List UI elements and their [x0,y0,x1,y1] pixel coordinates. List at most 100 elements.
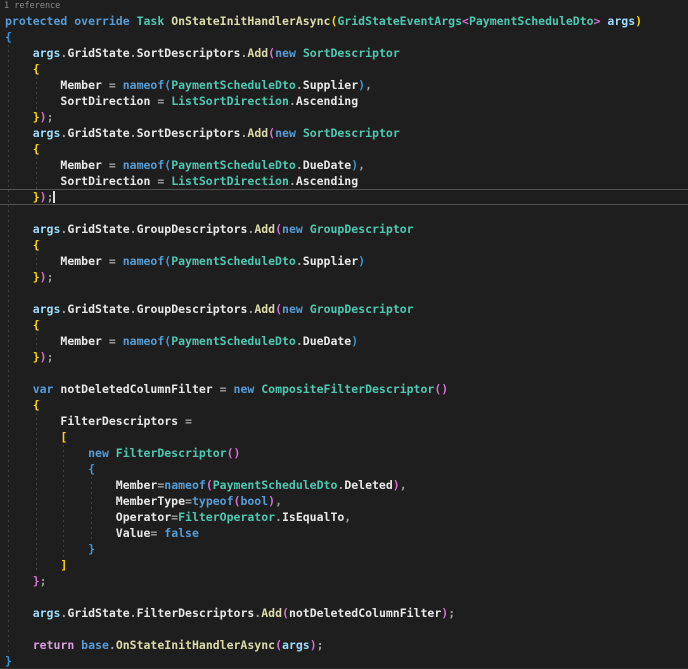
code-token: Member [60,78,102,92]
code-token: > [593,14,601,28]
code-token: { [5,30,12,44]
code-token: args [32,46,61,60]
code-line[interactable]: var notDeletedColumnFilter = new Composi… [0,381,688,397]
code-token: ; [46,350,54,364]
code-line[interactable]: { [0,61,688,77]
code-line[interactable]: return base.OnStateInitHandlerAsync(args… [0,637,688,653]
code-token: new [282,222,310,236]
code-line[interactable]: Operator=FilterOperator.IsEqualTo, [0,509,688,525]
code-token: PaymentScheduleDto [171,158,296,172]
code-token: ) [392,478,400,492]
code-line[interactable]: MemberType=typeof(bool), [0,493,688,509]
code-token: Deleted [344,478,393,492]
code-line[interactable] [0,365,688,381]
code-line[interactable]: args.GridState.FilterDescriptors.Add(not… [0,605,688,621]
code-token: FilterDescriptors [136,606,255,620]
code-token: PaymentScheduleDto [212,478,338,492]
code-line[interactable]: Member = nameof(PaymentScheduleDto.Suppl… [0,253,688,269]
code-line[interactable]: }; [0,573,688,589]
code-token: new [275,46,303,60]
code-line[interactable]: args.GridState.GroupDescriptors.Add(new … [0,301,688,317]
code-line[interactable]: { [0,461,688,477]
code-token: new [282,302,310,316]
code-line[interactable] [0,621,688,637]
code-lines: protected override Task OnStateInitHandl… [0,13,688,668]
code-token: SortDescriptor [302,126,400,140]
code-token: ; [316,638,324,652]
code-line[interactable]: { [0,397,688,413]
code-line[interactable]: { [0,317,688,333]
code-token: . [129,222,137,236]
code-editor[interactable]: 1 reference protected override Task OnSt… [0,0,688,669]
code-line[interactable]: { [0,141,688,157]
code-token: GridState [67,126,130,140]
code-line[interactable]: } [0,541,688,557]
code-line[interactable]: Member = nameof(PaymentScheduleDto.DueDa… [0,333,688,349]
code-line[interactable]: Member = nameof(PaymentScheduleDto.DueDa… [0,157,688,173]
code-token: SortDirection [60,94,151,108]
code-token: nameof [122,78,165,92]
code-token: , [399,478,407,492]
code-token: . [288,174,296,188]
code-token: GroupDescriptor [309,302,414,316]
code-token: < [462,14,469,28]
code-line[interactable]: { [0,29,688,45]
code-line[interactable]: }); [0,189,688,205]
code-line[interactable]: SortDirection = ListSortDirection.Ascend… [0,93,688,109]
code-line[interactable]: args.GridState.SortDescriptors.Add(new S… [0,45,688,61]
code-token: . [295,334,303,348]
code-token: args [282,638,310,652]
code-token: new [88,446,116,460]
code-token: Member [60,334,102,348]
code-token: PaymentScheduleDto [171,78,296,92]
code-line[interactable]: }); [0,269,688,285]
code-token: PaymentScheduleDto [468,14,594,28]
code-line[interactable]: SortDirection = ListSortDirection.Ascend… [0,173,688,189]
code-line[interactable]: Value= false [0,525,688,541]
code-token: GridState [67,46,130,60]
code-token: = [150,174,172,188]
code-line[interactable]: }); [0,109,688,125]
code-line[interactable]: }); [0,349,688,365]
code-token: , [344,510,352,524]
code-token: Add [247,46,269,60]
code-token: nameof [164,478,206,492]
code-line[interactable]: ] [0,557,688,573]
code-token: ) [309,638,317,652]
code-line[interactable]: args.GridState.GroupDescriptors.Add(new … [0,221,688,237]
codelens-references[interactable]: 1 reference [0,0,688,13]
code-token: ListSortDirection [171,174,289,188]
code-line[interactable]: } [0,653,688,668]
code-line[interactable]: args.GridState.SortDescriptors.Add(new S… [0,125,688,141]
code-token: Ascending [295,174,359,188]
code-token: } [32,270,40,284]
code-token: Supplier [302,78,359,92]
code-line[interactable]: { [0,237,688,253]
code-token: ( [282,606,289,620]
code-token: GridState [67,302,130,316]
code-line[interactable]: new FilterDescriptor() [0,445,688,461]
code-token: = [212,382,234,396]
code-token: SortDirection [60,174,151,188]
code-token: SortDescriptors [136,126,241,140]
code-line[interactable]: Member=nameof(PaymentScheduleDto.Deleted… [0,477,688,493]
code-token: DueDate [302,158,352,172]
code-token: ) [351,334,359,348]
code-line[interactable]: protected override Task OnStateInitHandl… [0,13,688,29]
code-line[interactable]: FilterDescriptors = [0,413,688,429]
code-line[interactable]: [ [0,429,688,445]
code-token: = [101,78,123,92]
code-line[interactable] [0,589,688,605]
code-token: Member [60,158,102,172]
code-line[interactable]: Member = nameof(PaymentScheduleDto.Suppl… [0,77,688,93]
code-line[interactable] [0,205,688,221]
code-token: ) [635,14,643,28]
code-line[interactable] [0,285,688,301]
